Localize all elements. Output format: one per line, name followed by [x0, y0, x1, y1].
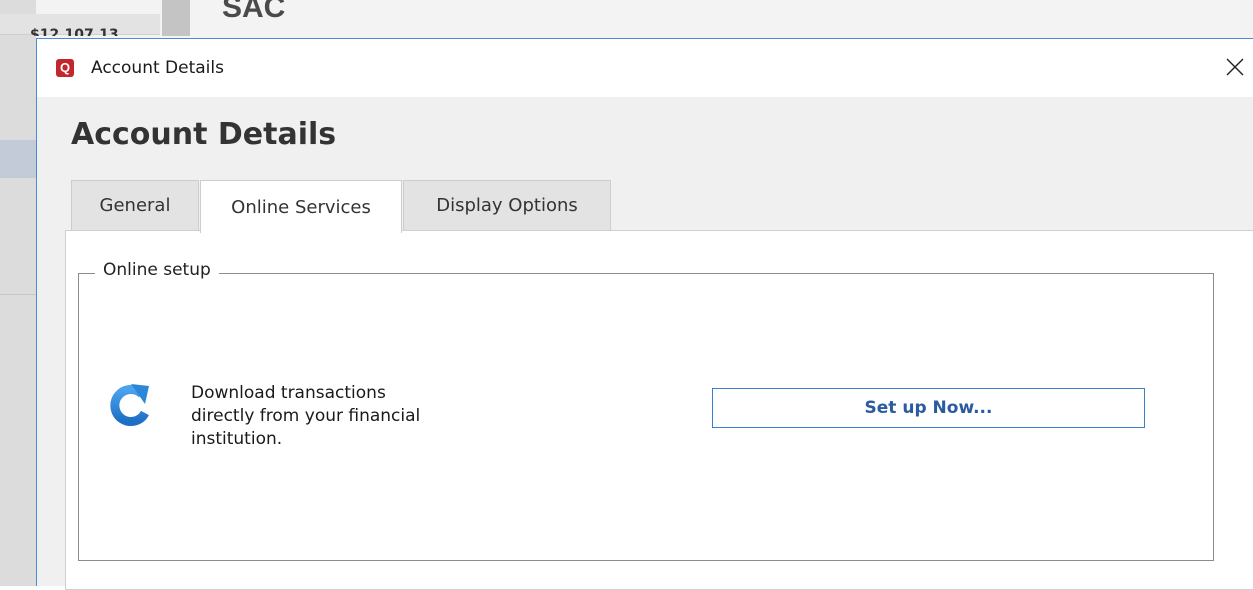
dialog-titlebar[interactable]: Q Account Details	[37, 39, 1253, 97]
background-cutoff-text: $12,107.13	[30, 27, 119, 36]
set-up-now-button[interactable]: Set up Now...	[712, 388, 1145, 428]
background-sidebar	[0, 0, 36, 586]
tab-online-services[interactable]: Online Services	[200, 180, 402, 233]
online-setup-description: Download transactions directly from your…	[191, 382, 491, 451]
background-account-title: SAC	[222, 0, 286, 24]
description-line-3: institution.	[191, 429, 283, 449]
online-setup-group: Online setup Download transactions direc…	[78, 260, 1214, 561]
close-button[interactable]	[1217, 45, 1253, 89]
account-details-dialog: Q Account Details Account Details Genera…	[36, 38, 1253, 590]
quicken-logo-icon: Q	[56, 59, 74, 77]
group-legend: Online setup	[95, 260, 219, 280]
window-title: Account Details	[91, 58, 224, 78]
tab-general[interactable]: General	[71, 180, 199, 230]
tab-display-options[interactable]: Display Options	[403, 180, 611, 230]
description-line-1: Download transactions	[191, 383, 386, 403]
background-selected-row	[0, 140, 36, 178]
background-divider	[0, 294, 36, 295]
page-title: Account Details	[71, 117, 337, 152]
refresh-icon	[110, 384, 149, 426]
tab-panel-online-services: Online setup Download transactions direc…	[65, 230, 1253, 590]
background-column-header	[162, 0, 190, 36]
description-line-2: directly from your financial	[191, 406, 421, 426]
close-icon	[1226, 58, 1244, 76]
tab-online-services-label: Online Services	[231, 196, 371, 218]
tab-display-options-label: Display Options	[436, 195, 578, 216]
tab-general-label: General	[99, 195, 171, 216]
